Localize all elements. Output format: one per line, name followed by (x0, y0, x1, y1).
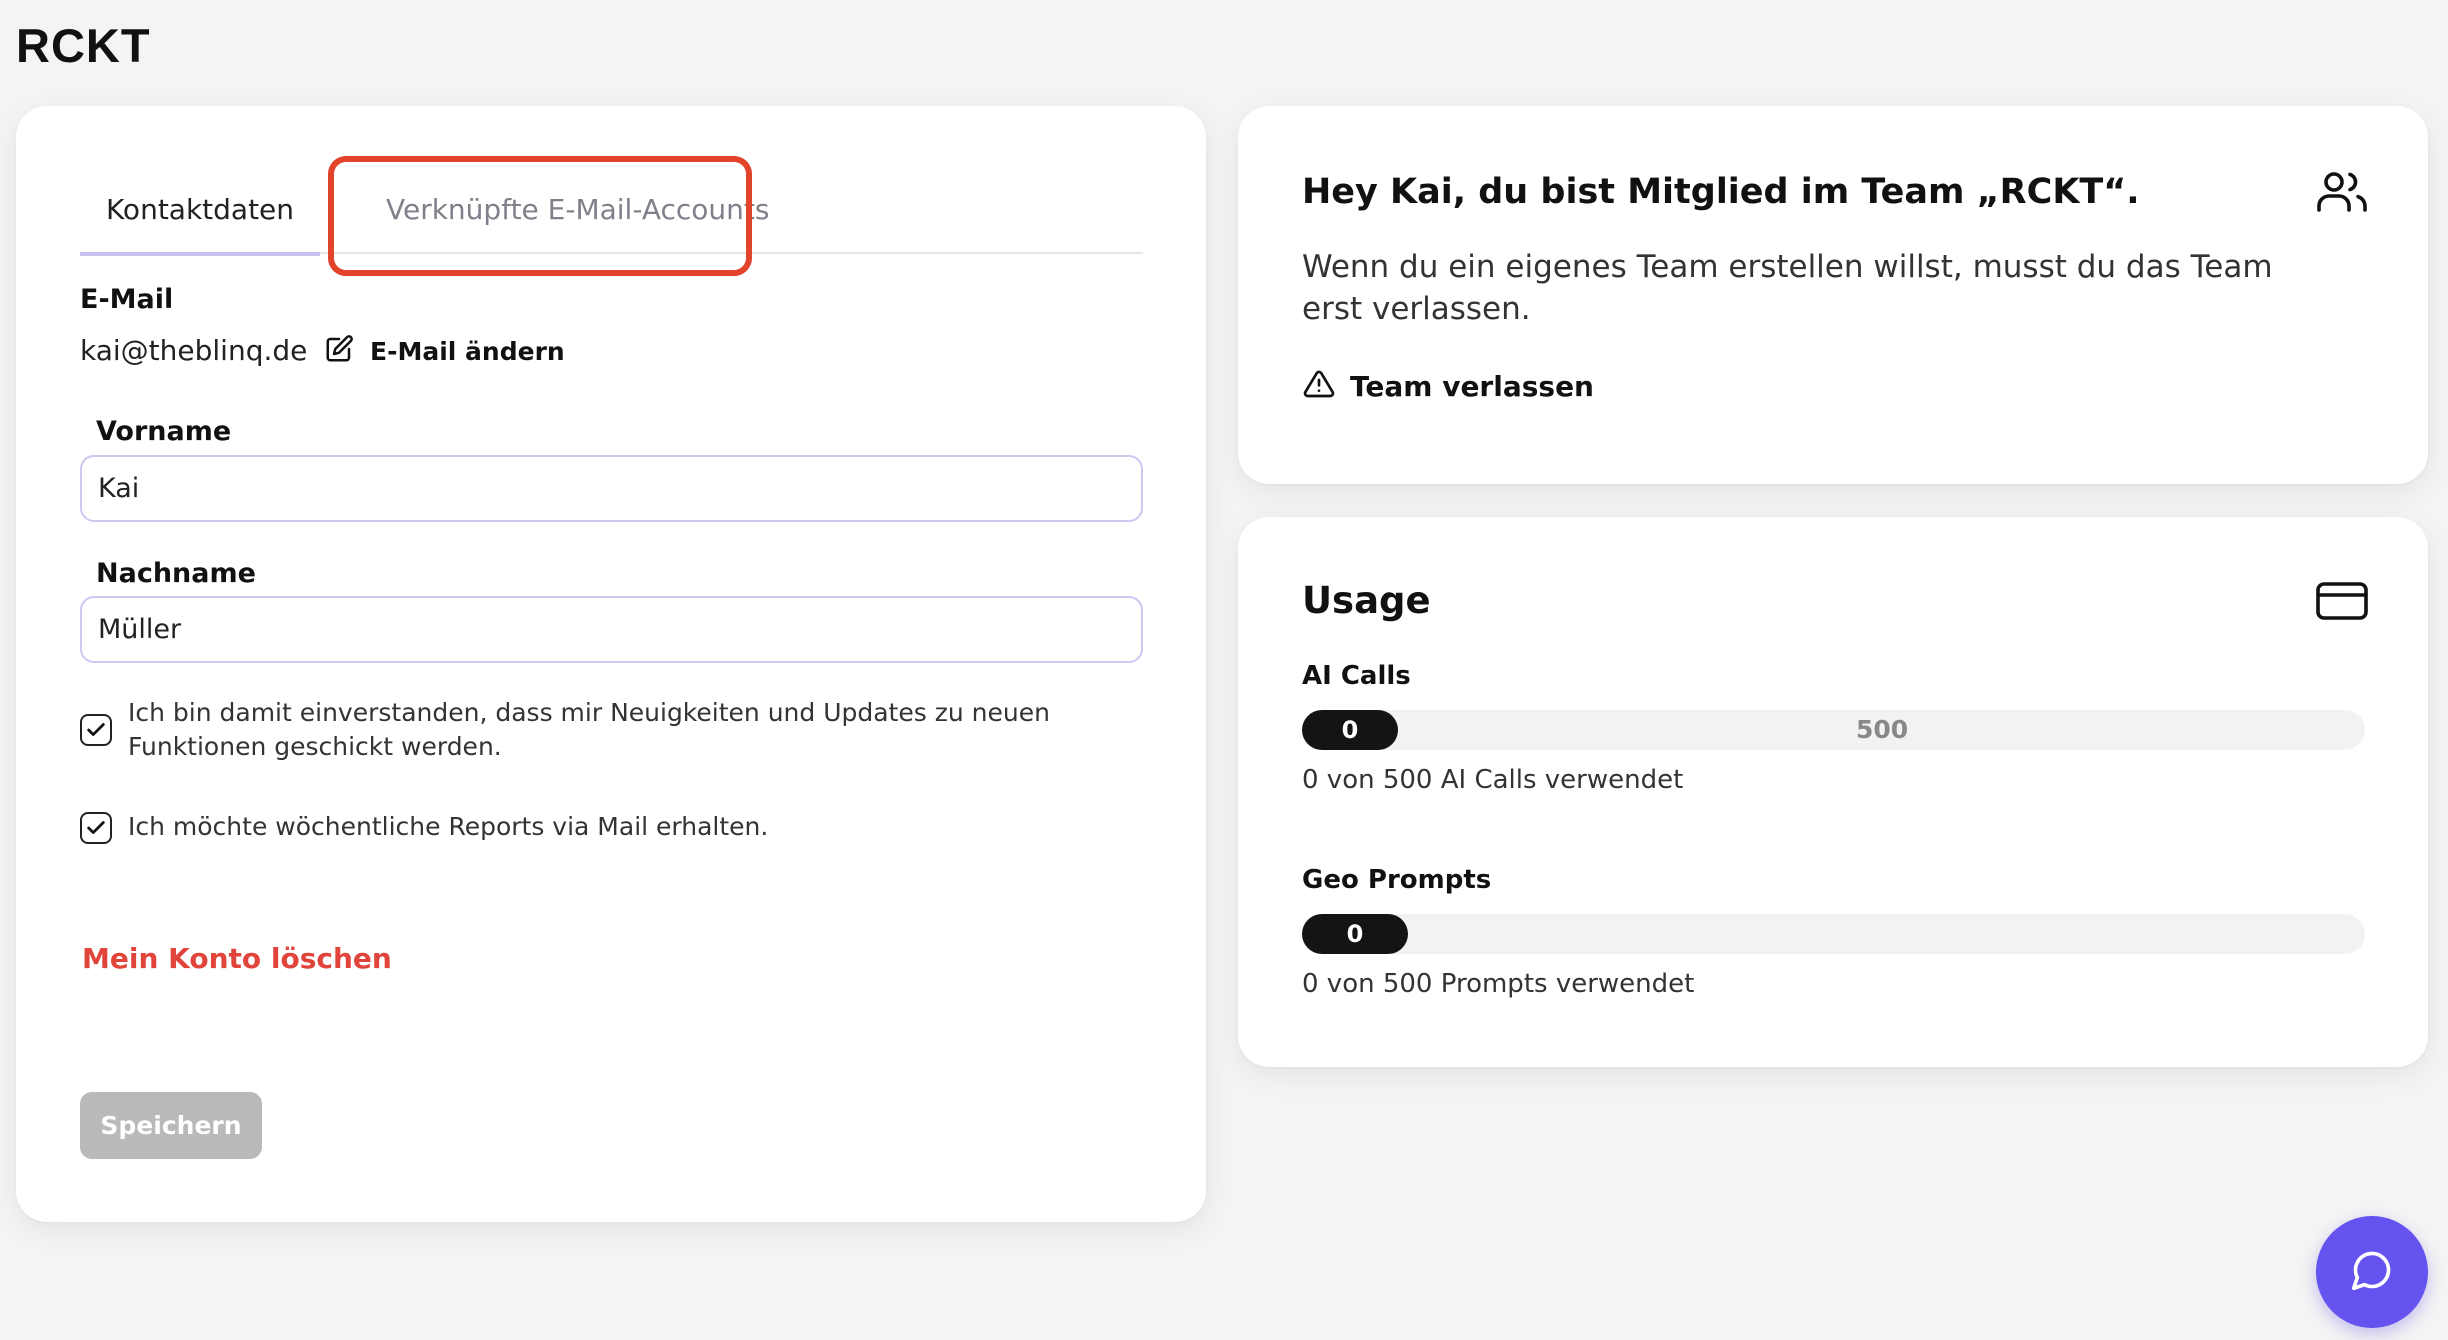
team-title: Hey Kai, du bist Mitglied im Team „RCKT“… (1302, 172, 2140, 212)
weekly-reports-checkbox-label: Ich möchte wöchentliche Reports via Mail… (128, 812, 769, 841)
email-value: kai@theblinq.de (80, 334, 308, 367)
newsletter-checkbox-label: Ich bin damit einverstanden, dass mir Ne… (128, 698, 1050, 761)
chat-bubble-icon (2350, 1248, 2394, 1296)
leave-team-label: Team verlassen (1350, 369, 1594, 403)
ai-calls-progress: 0 500 (1302, 710, 2365, 750)
tab-contact-data[interactable]: Kontaktdaten (80, 164, 320, 256)
chat-button[interactable] (2316, 1216, 2428, 1328)
weekly-reports-checkbox[interactable] (80, 812, 112, 844)
geo-prompts-used: 0 (1302, 914, 1408, 954)
checkmark-icon (87, 821, 105, 834)
tab-bar: Kontaktdaten Verknüpfte E-Mail-Accounts (80, 164, 1143, 256)
credit-card-icon (2316, 581, 2368, 625)
team-description: Wenn du ein eigenes Team erstellen wills… (1302, 249, 2273, 327)
ai-calls-text: 0 von 500 AI Calls verwendet (1302, 765, 1684, 795)
firstname-label: Vorname (96, 416, 232, 447)
usage-title: Usage (1302, 579, 1431, 622)
ai-calls-max: 500 (1856, 715, 1909, 744)
app-logo: RCKT (16, 19, 151, 72)
geo-prompts-progress: 0 (1302, 914, 2365, 954)
tab-linked-email-accounts[interactable]: Verknüpfte E-Mail-Accounts (366, 164, 769, 254)
geo-prompts-text: 0 von 500 Prompts verwendet (1302, 969, 1695, 999)
ai-calls-label: AI Calls (1302, 661, 1411, 691)
firstname-input[interactable] (80, 455, 1143, 522)
profile-card: Kontaktdaten Verknüpfte E-Mail-Accounts … (16, 106, 1206, 1222)
leave-team-button[interactable]: Team verlassen (1302, 368, 1594, 404)
edit-icon (324, 334, 354, 368)
users-icon (2316, 168, 2368, 220)
usage-card: Usage AI Calls 0 500 0 von 500 AI Calls … (1238, 517, 2428, 1067)
change-email-button[interactable]: E-Mail ändern (324, 334, 565, 368)
lastname-input[interactable] (80, 596, 1143, 663)
change-email-label: E-Mail ändern (370, 336, 565, 366)
save-button[interactable]: Speichern (80, 1092, 262, 1159)
delete-account-link[interactable]: Mein Konto löschen (82, 942, 392, 975)
ai-calls-used: 0 (1302, 710, 1398, 750)
email-label: E-Mail (80, 284, 174, 315)
checkmark-icon (87, 723, 105, 736)
lastname-label: Nachname (96, 558, 256, 589)
newsletter-checkbox[interactable] (80, 714, 112, 746)
geo-prompts-label: Geo Prompts (1302, 865, 1492, 895)
team-card: Hey Kai, du bist Mitglied im Team „RCKT“… (1238, 106, 2428, 484)
warning-icon (1302, 368, 1336, 404)
